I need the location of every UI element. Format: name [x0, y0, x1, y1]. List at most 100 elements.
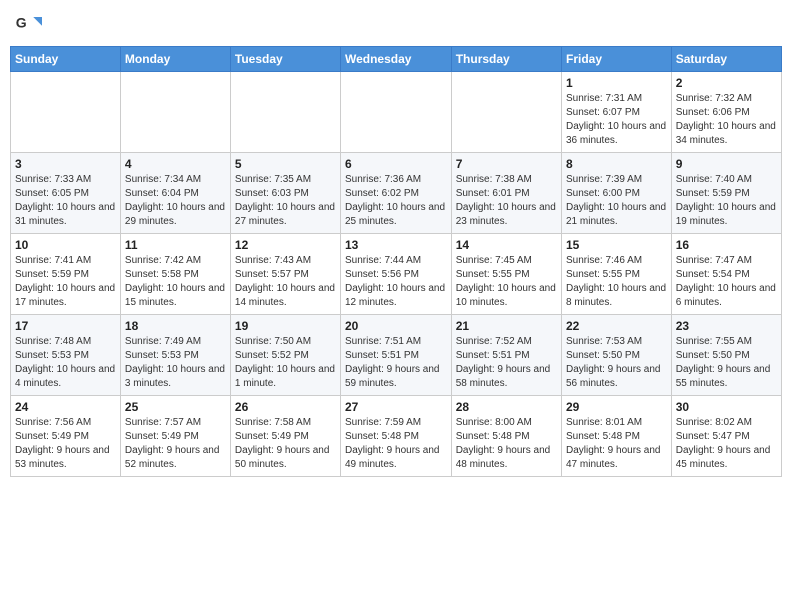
day-number: 26	[235, 400, 336, 414]
day-info: Sunrise: 7:58 AM Sunset: 5:49 PM Dayligh…	[235, 416, 336, 472]
calendar-cell: 6 Sunrise: 7:36 AM Sunset: 6:02 PM Daylig…	[340, 153, 451, 234]
day-info: Sunrise: 7:55 AM Sunset: 5:50 PM Dayligh…	[676, 335, 777, 391]
day-info: Sunrise: 7:45 AM Sunset: 5:55 PM Dayligh…	[456, 254, 557, 310]
day-info: Sunrise: 7:32 AM Sunset: 6:06 PM Dayligh…	[676, 92, 777, 148]
calendar-week-row: 24 Sunrise: 7:56 AM Sunset: 5:49 PM Dayli…	[11, 396, 782, 477]
calendar-week-row: 1 Sunrise: 7:31 AM Sunset: 6:07 PM Daylig…	[11, 72, 782, 153]
calendar-cell: 27 Sunrise: 7:59 AM Sunset: 5:48 PM Dayli…	[340, 396, 451, 477]
day-number: 10	[15, 238, 116, 252]
calendar-cell: 1 Sunrise: 7:31 AM Sunset: 6:07 PM Daylig…	[561, 72, 671, 153]
calendar-cell: 21 Sunrise: 7:52 AM Sunset: 5:51 PM Dayli…	[451, 315, 561, 396]
calendar-cell: 8 Sunrise: 7:39 AM Sunset: 6:00 PM Daylig…	[561, 153, 671, 234]
calendar-cell	[120, 72, 230, 153]
day-number: 16	[676, 238, 777, 252]
calendar-cell: 2 Sunrise: 7:32 AM Sunset: 6:06 PM Daylig…	[671, 72, 781, 153]
day-number: 14	[456, 238, 557, 252]
calendar-cell: 12 Sunrise: 7:43 AM Sunset: 5:57 PM Dayli…	[230, 234, 340, 315]
day-info: Sunrise: 7:35 AM Sunset: 6:03 PM Dayligh…	[235, 173, 336, 229]
day-number: 27	[345, 400, 447, 414]
day-number: 3	[15, 157, 116, 171]
calendar-cell: 24 Sunrise: 7:56 AM Sunset: 5:49 PM Dayli…	[11, 396, 121, 477]
day-info: Sunrise: 7:57 AM Sunset: 5:49 PM Dayligh…	[125, 416, 226, 472]
day-info: Sunrise: 7:43 AM Sunset: 5:57 PM Dayligh…	[235, 254, 336, 310]
day-info: Sunrise: 7:33 AM Sunset: 6:05 PM Dayligh…	[15, 173, 116, 229]
day-number: 18	[125, 319, 226, 333]
day-info: Sunrise: 7:47 AM Sunset: 5:54 PM Dayligh…	[676, 254, 777, 310]
day-info: Sunrise: 7:49 AM Sunset: 5:53 PM Dayligh…	[125, 335, 226, 391]
day-info: Sunrise: 7:50 AM Sunset: 5:52 PM Dayligh…	[235, 335, 336, 391]
calendar-header-row: SundayMondayTuesdayWednesdayThursdayFrid…	[11, 47, 782, 72]
day-number: 1	[566, 76, 667, 90]
day-number: 2	[676, 76, 777, 90]
day-number: 28	[456, 400, 557, 414]
day-of-week-header: Friday	[561, 47, 671, 72]
calendar-week-row: 17Sunrise: 7:48 AM Sunset: 5:53 PM Dayli…	[11, 315, 782, 396]
calendar-week-row: 10 Sunrise: 7:41 AM Sunset: 5:59 PM Dayli…	[11, 234, 782, 315]
calendar-cell: 14 Sunrise: 7:45 AM Sunset: 5:55 PM Dayli…	[451, 234, 561, 315]
day-info: Sunrise: 7:36 AM Sunset: 6:02 PM Dayligh…	[345, 173, 447, 229]
calendar-cell: 18 Sunrise: 7:49 AM Sunset: 5:53 PM Dayli…	[120, 315, 230, 396]
day-info: Sunrise: 7:46 AM Sunset: 5:55 PM Dayligh…	[566, 254, 667, 310]
day-info: Sunrise: 7:31 AM Sunset: 6:07 PM Dayligh…	[566, 92, 667, 148]
calendar-cell: 9 Sunrise: 7:40 AM Sunset: 5:59 PM Daylig…	[671, 153, 781, 234]
calendar-cell	[230, 72, 340, 153]
day-info: Sunrise: 7:51 AM Sunset: 5:51 PM Dayligh…	[345, 335, 447, 391]
day-info: Sunrise: 7:38 AM Sunset: 6:01 PM Dayligh…	[456, 173, 557, 229]
day-info: Sunrise: 7:44 AM Sunset: 5:56 PM Dayligh…	[345, 254, 447, 310]
day-number: 11	[125, 238, 226, 252]
day-number: 9	[676, 157, 777, 171]
calendar-cell: 20Sunrise: 7:51 AM Sunset: 5:51 PM Dayli…	[340, 315, 451, 396]
calendar-cell: 10 Sunrise: 7:41 AM Sunset: 5:59 PM Dayli…	[11, 234, 121, 315]
day-number: 7	[456, 157, 557, 171]
day-number: 17	[15, 319, 116, 333]
day-number: 12	[235, 238, 336, 252]
calendar-cell: 22Sunrise: 7:53 AM Sunset: 5:50 PM Dayli…	[561, 315, 671, 396]
calendar-cell	[451, 72, 561, 153]
day-info: Sunrise: 7:56 AM Sunset: 5:49 PM Dayligh…	[15, 416, 116, 472]
calendar-cell: 17Sunrise: 7:48 AM Sunset: 5:53 PM Dayli…	[11, 315, 121, 396]
day-info: Sunrise: 7:41 AM Sunset: 5:59 PM Dayligh…	[15, 254, 116, 310]
day-of-week-header: Wednesday	[340, 47, 451, 72]
day-number: 24	[15, 400, 116, 414]
day-info: Sunrise: 7:42 AM Sunset: 5:58 PM Dayligh…	[125, 254, 226, 310]
calendar-cell: 23 Sunrise: 7:55 AM Sunset: 5:50 PM Dayli…	[671, 315, 781, 396]
day-info: Sunrise: 7:52 AM Sunset: 5:51 PM Dayligh…	[456, 335, 557, 391]
day-number: 8	[566, 157, 667, 171]
day-number: 29	[566, 400, 667, 414]
logo: G	[14, 10, 46, 38]
day-info: Sunrise: 8:01 AM Sunset: 5:48 PM Dayligh…	[566, 416, 667, 472]
day-of-week-header: Tuesday	[230, 47, 340, 72]
calendar-cell	[340, 72, 451, 153]
calendar-cell: 30 Sunrise: 8:02 AM Sunset: 5:47 PM Dayli…	[671, 396, 781, 477]
day-of-week-header: Saturday	[671, 47, 781, 72]
calendar-cell: 3 Sunrise: 7:33 AM Sunset: 6:05 PM Daylig…	[11, 153, 121, 234]
day-number: 22	[566, 319, 667, 333]
day-number: 23	[676, 319, 777, 333]
calendar-week-row: 3 Sunrise: 7:33 AM Sunset: 6:05 PM Daylig…	[11, 153, 782, 234]
calendar-cell: 25 Sunrise: 7:57 AM Sunset: 5:49 PM Dayli…	[120, 396, 230, 477]
calendar-cell: 15Sunrise: 7:46 AM Sunset: 5:55 PM Dayli…	[561, 234, 671, 315]
day-number: 13	[345, 238, 447, 252]
day-of-week-header: Sunday	[11, 47, 121, 72]
day-info: Sunrise: 7:34 AM Sunset: 6:04 PM Dayligh…	[125, 173, 226, 229]
day-of-week-header: Monday	[120, 47, 230, 72]
calendar-cell: 28 Sunrise: 8:00 AM Sunset: 5:48 PM Dayli…	[451, 396, 561, 477]
calendar-cell: 4 Sunrise: 7:34 AM Sunset: 6:04 PM Daylig…	[120, 153, 230, 234]
calendar-cell: 29 Sunrise: 8:01 AM Sunset: 5:48 PM Dayli…	[561, 396, 671, 477]
day-number: 30	[676, 400, 777, 414]
logo-icon: G	[14, 10, 42, 38]
calendar-cell: 13 Sunrise: 7:44 AM Sunset: 5:56 PM Dayli…	[340, 234, 451, 315]
day-number: 25	[125, 400, 226, 414]
day-info: Sunrise: 7:39 AM Sunset: 6:00 PM Dayligh…	[566, 173, 667, 229]
day-info: Sunrise: 7:40 AM Sunset: 5:59 PM Dayligh…	[676, 173, 777, 229]
calendar-table: SundayMondayTuesdayWednesdayThursdayFrid…	[10, 46, 782, 477]
day-info: Sunrise: 8:02 AM Sunset: 5:47 PM Dayligh…	[676, 416, 777, 472]
page-header: G	[10, 10, 782, 38]
day-info: Sunrise: 8:00 AM Sunset: 5:48 PM Dayligh…	[456, 416, 557, 472]
day-number: 4	[125, 157, 226, 171]
calendar-cell: 16 Sunrise: 7:47 AM Sunset: 5:54 PM Dayli…	[671, 234, 781, 315]
day-number: 21	[456, 319, 557, 333]
calendar-cell: 5Sunrise: 7:35 AM Sunset: 6:03 PM Daylig…	[230, 153, 340, 234]
day-number: 6	[345, 157, 447, 171]
day-info: Sunrise: 7:59 AM Sunset: 5:48 PM Dayligh…	[345, 416, 447, 472]
